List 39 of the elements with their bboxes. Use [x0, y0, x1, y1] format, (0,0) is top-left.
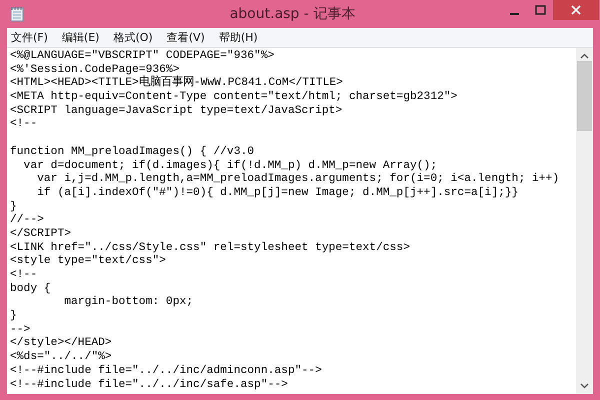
menu-item[interactable]: 编辑(E)	[62, 30, 100, 45]
code-line: <!--	[10, 118, 38, 132]
code-line: <%ds="../../"%>	[10, 351, 113, 364]
menu-item[interactable]: 查看(V)	[166, 30, 205, 45]
minimize-icon	[510, 12, 518, 14]
code-line: <HTML><HEAD><TITLE>电脑百事网-WwW.PC841.CoM</TITLE>	[10, 77, 344, 90]
code-line: <LINK href="../css/Style.css" rel=stylesheet type=text/css>	[10, 242, 411, 254]
menu-item[interactable]: 文件(F)	[11, 30, 48, 45]
code-line: </style></HEAD>	[10, 337, 113, 350]
code-line: var d=document; if(d.images){ if(!d.MM_p) d.MM_p=new Array();	[22, 160, 438, 172]
scroll-down-icon[interactable]	[580, 383, 589, 389]
menu-item[interactable]: 帮助(H)	[218, 30, 258, 45]
menu-item[interactable]: 格式(O)	[113, 30, 153, 45]
code-line: }	[10, 200, 18, 214]
code-line: body {	[10, 282, 52, 296]
code-line: </SCRIPT>	[10, 228, 72, 242]
code-line: <!--	[10, 269, 38, 282]
code-line: -->	[10, 324, 32, 336]
scroll-thumb[interactable]	[577, 61, 592, 131]
code-line: }	[10, 310, 18, 324]
vertical-scrollbar[interactable]	[576, 48, 593, 394]
code-line: function MM_preloadImages() { //v3.0	[10, 146, 256, 160]
close-button[interactable]	[553, 0, 599, 20]
window-title: about.asp - 记事本	[228, 5, 356, 23]
close-icon	[571, 5, 581, 15]
notepad-icon	[10, 6, 24, 22]
code-line: //-->	[10, 214, 45, 228]
code-line: <META http-equiv=Content-Type content="text/html; charset=gb2312">	[10, 91, 458, 104]
code-line: <!--#include file="../../inc/adminconn.asp"-->	[10, 364, 323, 378]
code-line: var i,j=d.MM_p.length,a=MM_preloadImages.arguments; for(i=0; i<a.length; i++)	[36, 173, 560, 186]
code-line: <%@LANGUAGE="VBSCRIPT" CODEPAGE="936"%>	[10, 50, 276, 64]
code-line: if (a[i].indexOf("#")!=0){ d.MM_p[j]=new Image; d.MM_p[j++].src=a[i];}}	[36, 186, 520, 201]
code-line: <style type="text/css">	[10, 255, 167, 269]
maximize-icon	[534, 5, 546, 15]
code-line: margin-bottom: 0px;	[63, 296, 194, 310]
code-line: <SCRIPT language=JavaScript type=text/JavaScript>	[10, 104, 344, 118]
scroll-up-icon[interactable]	[580, 53, 589, 59]
code-line: <%'Session.CodePage=936%>	[10, 64, 180, 76]
code-line: <!--#include file="../../inc/safe.asp"-->	[10, 378, 289, 392]
